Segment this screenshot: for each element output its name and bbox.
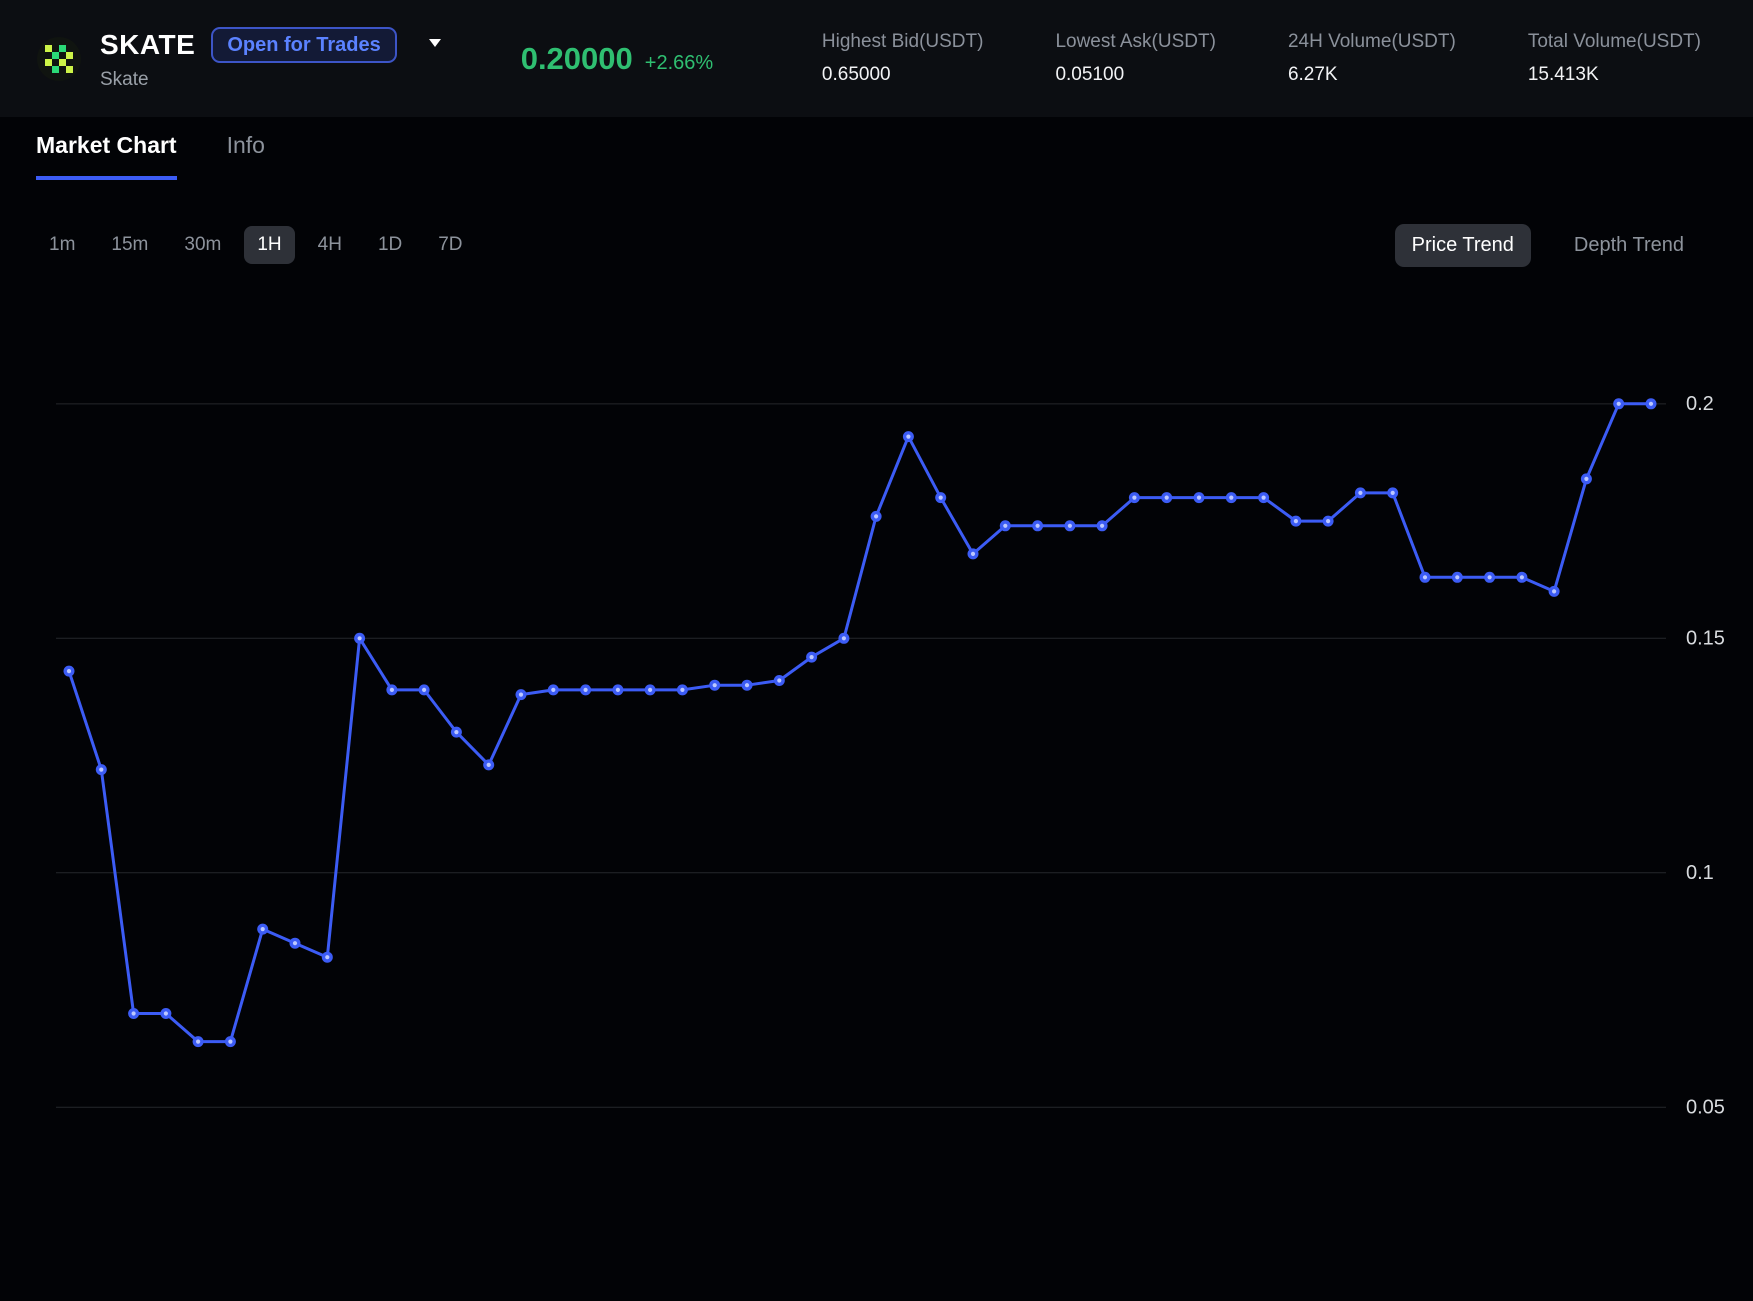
- price-point-center: [1262, 496, 1266, 500]
- price-chart-canvas[interactable]: 0.2 0.15 0.1 0.05: [0, 280, 1753, 1301]
- price-point-center: [293, 941, 297, 945]
- price-point-center: [777, 678, 781, 682]
- price-point-center: [939, 496, 943, 500]
- y-axis-tick-label: 0.15: [1686, 627, 1725, 649]
- price-point-center: [1552, 589, 1556, 593]
- price-point-center: [648, 688, 652, 692]
- status-badge: Open for Trades: [211, 27, 396, 63]
- price-point-center: [616, 688, 620, 692]
- market-stats: Highest Bid(USDT) 0.65000 Lowest Ask(USD…: [822, 31, 1701, 86]
- price-point-center: [196, 1040, 200, 1044]
- token-symbol: SKATE: [100, 29, 195, 61]
- market-header: SKATE Open for Trades Skate 0.20000 +2.6…: [0, 0, 1753, 117]
- price-chart[interactable]: 0.2 0.15 0.1 0.05: [0, 280, 1753, 1301]
- stat-value: 15.413K: [1528, 64, 1701, 86]
- price-point-center: [842, 636, 846, 640]
- price-block: 0.20000 +2.66%: [521, 41, 713, 77]
- y-axis-tick-label: 0.1: [1686, 862, 1714, 884]
- tab-market-chart[interactable]: Market Chart: [36, 132, 177, 180]
- page-tabs: Market Chart Info: [36, 132, 265, 180]
- price-point-center: [1649, 402, 1653, 406]
- price-point-center: [164, 1011, 168, 1015]
- price-point-center: [132, 1011, 136, 1015]
- price-point-center: [551, 688, 555, 692]
- price-point-center: [874, 514, 878, 518]
- y-axis-tick-label: 0.2: [1686, 393, 1714, 415]
- timeframe-1h[interactable]: 1H: [244, 226, 294, 264]
- stat-24h-volume: 24H Volume(USDT) 6.27K: [1288, 31, 1456, 86]
- token-logo-icon: [36, 36, 82, 82]
- price-point-center: [1165, 496, 1169, 500]
- timeframe-1m[interactable]: 1m: [36, 226, 88, 264]
- price-point-center: [1391, 491, 1395, 495]
- price-point-center: [1617, 402, 1621, 406]
- stat-lowest-ask: Lowest Ask(USDT) 0.05100: [1055, 31, 1215, 86]
- depth-trend-button[interactable]: Depth Trend: [1557, 224, 1701, 267]
- price-point-center: [261, 927, 265, 931]
- stat-total-volume: Total Volume(USDT) 15.413K: [1528, 31, 1701, 86]
- stat-label: Lowest Ask(USDT): [1055, 31, 1215, 53]
- price-point-center: [1036, 524, 1040, 528]
- price-point-center: [1197, 496, 1201, 500]
- price-point-center: [325, 955, 329, 959]
- stat-highest-bid: Highest Bid(USDT) 0.65000: [822, 31, 984, 86]
- price-trend-button[interactable]: Price Trend: [1395, 224, 1531, 267]
- timeframe-selector: 1m 15m 30m 1H 4H 1D 7D: [36, 226, 476, 264]
- price-point-center: [906, 435, 910, 439]
- price-point-center: [713, 683, 717, 687]
- y-axis-tick-label: 0.05: [1686, 1096, 1725, 1118]
- price-point-center: [584, 688, 588, 692]
- price-point-center: [1132, 496, 1136, 500]
- price-point-center: [810, 655, 814, 659]
- timeframe-30m[interactable]: 30m: [171, 226, 234, 264]
- timeframe-15m[interactable]: 15m: [98, 226, 161, 264]
- price-point-center: [971, 552, 975, 556]
- price-point-center: [1294, 519, 1298, 523]
- last-price: 0.20000: [521, 41, 633, 77]
- price-point-center: [358, 636, 362, 640]
- market-selector-dropdown[interactable]: [427, 36, 443, 54]
- price-change-percent: +2.66%: [645, 52, 713, 75]
- timeframe-4h[interactable]: 4H: [305, 226, 355, 264]
- price-point-center: [1488, 575, 1492, 579]
- price-point-center: [454, 730, 458, 734]
- price-point-center: [67, 669, 71, 673]
- stat-value: 0.05100: [1055, 64, 1215, 86]
- chevron-down-icon: [427, 37, 443, 49]
- price-line: [69, 404, 1651, 1042]
- stat-label: Total Volume(USDT): [1528, 31, 1701, 53]
- stat-value: 6.27K: [1288, 64, 1456, 86]
- tab-info[interactable]: Info: [227, 132, 265, 180]
- price-point-center: [745, 683, 749, 687]
- price-point-center: [1229, 496, 1233, 500]
- price-point-center: [99, 768, 103, 772]
- price-point-center: [1584, 477, 1588, 481]
- price-point-center: [422, 688, 426, 692]
- token-name: Skate: [100, 69, 443, 91]
- stat-label: Highest Bid(USDT): [822, 31, 984, 53]
- timeframe-7d[interactable]: 7D: [425, 226, 475, 264]
- chart-controls: 1m 15m 30m 1H 4H 1D 7D Price Trend Depth…: [36, 222, 1701, 268]
- price-point-center: [390, 688, 394, 692]
- price-point-center: [1423, 575, 1427, 579]
- price-point-center: [1455, 575, 1459, 579]
- chart-mode-toggle: Price Trend Depth Trend: [1395, 224, 1701, 267]
- price-point-center: [228, 1040, 232, 1044]
- price-point-center: [487, 763, 491, 767]
- price-point-center: [1003, 524, 1007, 528]
- stat-value: 0.65000: [822, 64, 984, 86]
- token-block: SKATE Open for Trades Skate: [100, 27, 443, 91]
- price-point-center: [1100, 524, 1104, 528]
- price-point-center: [1326, 519, 1330, 523]
- timeframe-1d[interactable]: 1D: [365, 226, 415, 264]
- price-point-center: [1520, 575, 1524, 579]
- price-point-center: [1358, 491, 1362, 495]
- stat-label: 24H Volume(USDT): [1288, 31, 1456, 53]
- price-point-center: [519, 693, 523, 697]
- price-point-center: [1068, 524, 1072, 528]
- price-point-center: [680, 688, 684, 692]
